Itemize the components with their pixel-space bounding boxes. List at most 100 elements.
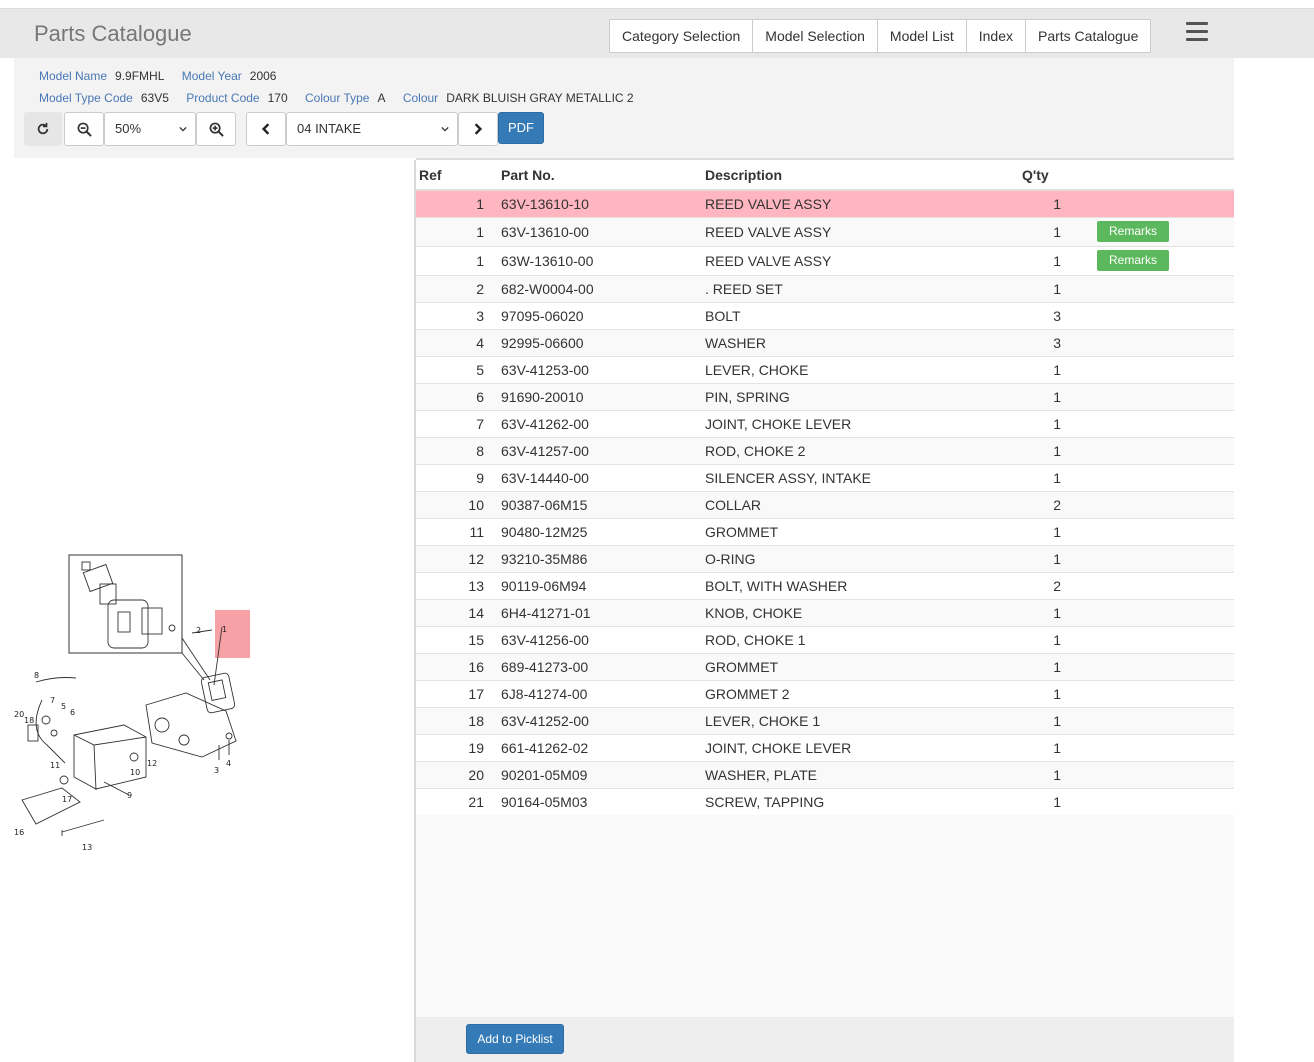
table-row[interactable]: 4 92995-06600 WASHER 3 xyxy=(416,328,1234,356)
table-row[interactable]: 1 63V-13610-10 REED VALVE ASSY 1 xyxy=(416,189,1234,217)
cell-description: GROMMET xyxy=(702,652,1022,680)
cell-description: GROMMET xyxy=(702,517,1022,545)
header-part-no[interactable]: Part No. xyxy=(500,160,702,191)
table-row[interactable]: 19 661-41262-02 JOINT, CHOKE LEVER 1 xyxy=(416,733,1234,761)
zoom-out-button[interactable] xyxy=(64,112,104,146)
diagram-label-12[interactable]: 12 xyxy=(147,759,157,768)
cell-description: O-RING xyxy=(702,544,1022,572)
table-row[interactable]: 21 90164-05M03 SCREW, TAPPING 1 xyxy=(416,787,1234,815)
model-type-code-label: Model Type Code xyxy=(39,91,133,105)
cell-ref: 6 xyxy=(416,382,500,410)
cell-remarks xyxy=(1092,274,1234,302)
header-qty[interactable]: Q'ty xyxy=(1022,160,1092,191)
colour-value: DARK BLUISH GRAY METALLIC 2 xyxy=(446,91,634,105)
table-row[interactable]: 18 63V-41252-00 LEVER, CHOKE 11 xyxy=(416,706,1234,734)
diagram-label-11[interactable]: 11 xyxy=(50,761,60,770)
diagram-label-3[interactable]: 3 xyxy=(214,766,219,775)
cell-part-no: 63V-41252-00 xyxy=(500,706,702,734)
nav-category-selection[interactable]: Category Selection xyxy=(610,20,754,52)
diagram-label-5[interactable]: 5 xyxy=(61,702,66,711)
table-row[interactable]: 11 90480-12M25 GROMMET 1 xyxy=(416,517,1234,545)
chevron-left-icon xyxy=(261,123,270,135)
diagram-label-7[interactable]: 7 xyxy=(50,696,55,705)
cell-description: COLLAR xyxy=(702,490,1022,518)
diagram-label-20[interactable]: 20 xyxy=(14,710,24,719)
table-row[interactable]: 5 63V-41253-00 LEVER, CHOKE 1 xyxy=(416,355,1234,383)
table-row[interactable]: 10 90387-06M15 COLLAR 2 xyxy=(416,490,1234,518)
table-row[interactable]: 1 63W-13610-00 REED VALVE ASSY 1 Remarks xyxy=(416,245,1234,275)
diagram-label-13[interactable]: 13 xyxy=(82,843,92,852)
table-row[interactable]: 7 63V-41262-00 JOINT, CHOKE LEVER 1 xyxy=(416,409,1234,437)
nav-parts-catalogue[interactable]: Parts Catalogue xyxy=(1025,20,1151,52)
cell-description: REED VALVE ASSY xyxy=(702,245,1022,275)
remarks-button[interactable]: Remarks xyxy=(1097,221,1169,242)
cell-description: . REED SET xyxy=(702,274,1022,302)
diagram-label-9[interactable]: 9 xyxy=(127,791,132,800)
table-row[interactable]: 14 6H4-41271-01 KNOB, CHOKE 1 xyxy=(416,598,1234,626)
model-info-row-1: Model Name 9.9FMHL Model Year 2006 xyxy=(39,69,290,83)
cell-description: REED VALVE ASSY xyxy=(702,189,1022,217)
diagram-label-6[interactable]: 6 xyxy=(70,708,75,717)
nav-model-list[interactable]: Model List xyxy=(877,20,967,52)
table-header-row: Ref Part No. Description Q'ty xyxy=(416,160,1234,191)
table-row[interactable]: 8 63V-41257-00 ROD, CHOKE 21 xyxy=(416,436,1234,464)
diagram-label-4[interactable]: 4 xyxy=(226,759,231,768)
diagram-label-8[interactable]: 8 xyxy=(34,671,39,680)
parts-table: Ref Part No. Description Q'ty 1 63V-13610… xyxy=(416,160,1234,815)
model-year-label: Model Year xyxy=(181,69,242,83)
cell-ref: 9 xyxy=(416,463,500,491)
section-select[interactable]: 04 INTAKE xyxy=(286,112,458,146)
pdf-button[interactable]: PDF xyxy=(498,112,544,144)
cell-ref: 11 xyxy=(416,517,500,545)
diagram-label-2[interactable]: 2 xyxy=(196,626,201,635)
header-description[interactable]: Description xyxy=(702,160,1022,191)
table-row[interactable]: 6 91690-20010 PIN, SPRING 1 xyxy=(416,382,1234,410)
exploded-parts-diagram[interactable]: 1 2 3 4 5 6 7 8 9 10 11 12 13 16 17 18 2… xyxy=(14,160,414,1062)
diagram-label-10[interactable]: 10 xyxy=(130,768,140,777)
header-remarks xyxy=(1092,160,1234,191)
diagram-label-16[interactable]: 16 xyxy=(14,828,24,837)
table-row[interactable]: 3 97095-06020 BOLT 3 xyxy=(416,301,1234,329)
zoom-in-icon xyxy=(209,122,224,137)
table-row[interactable]: 9 63V-14440-00 SILENCER ASSY, INTAKE 1 xyxy=(416,463,1234,491)
refresh-button[interactable] xyxy=(24,112,62,146)
diagram-label-18[interactable]: 18 xyxy=(24,716,34,725)
cell-qty: 1 xyxy=(1022,652,1092,680)
cell-description: LEVER, CHOKE 1 xyxy=(702,706,1022,734)
cell-ref: 8 xyxy=(416,436,500,464)
diagram-label-17[interactable]: 17 xyxy=(62,795,72,804)
zoom-in-button[interactable] xyxy=(196,112,236,146)
next-section-button[interactable] xyxy=(458,112,498,146)
cell-ref: 15 xyxy=(416,625,500,653)
diagram-highlight-ref-1[interactable] xyxy=(215,610,250,658)
add-to-picklist-button[interactable]: Add to Picklist xyxy=(466,1024,564,1054)
cell-qty: 3 xyxy=(1022,301,1092,329)
colour-type-label: Colour Type xyxy=(304,91,370,105)
previous-section-button[interactable] xyxy=(246,112,286,146)
cell-part-no: 63V-41256-00 xyxy=(500,625,702,653)
table-row[interactable]: 1 63V-13610-00 REED VALVE ASSY 1 Remarks xyxy=(416,216,1234,246)
cell-part-no: 90164-05M03 xyxy=(500,787,702,815)
zoom-select[interactable]: 50% xyxy=(104,112,196,146)
table-row[interactable]: 15 63V-41256-00 ROD, CHOKE 11 xyxy=(416,625,1234,653)
table-row[interactable]: 20 90201-05M09 WASHER, PLATE 1 xyxy=(416,760,1234,788)
diagram-label-1[interactable]: 1 xyxy=(222,625,227,634)
cell-part-no: 63V-41262-00 xyxy=(500,409,702,437)
table-row[interactable]: 2 682-W0004-00. REED SET 1 xyxy=(416,274,1234,302)
table-row[interactable]: 17 6J8-41274-00 GROMMET 21 xyxy=(416,679,1234,707)
nav-index[interactable]: Index xyxy=(966,20,1026,52)
cell-description: BOLT xyxy=(702,301,1022,329)
table-row[interactable]: 13 90119-06M94 BOLT, WITH WASHER 2 xyxy=(416,571,1234,599)
cell-qty: 1 xyxy=(1022,189,1092,217)
product-code-label: Product Code xyxy=(186,91,260,105)
cell-part-no: 90201-05M09 xyxy=(500,760,702,788)
cell-remarks xyxy=(1092,787,1234,815)
menu-icon[interactable] xyxy=(1186,22,1208,44)
table-row[interactable]: 12 93210-35M86 O-RING 1 xyxy=(416,544,1234,572)
nav-model-selection[interactable]: Model Selection xyxy=(753,20,878,52)
cell-qty: 1 xyxy=(1022,544,1092,572)
parts-diagram-panel[interactable]: 1 2 3 4 5 6 7 8 9 10 11 12 13 16 17 18 2… xyxy=(14,160,414,1062)
table-row[interactable]: 16 689-41273-00 GROMMET 1 xyxy=(416,652,1234,680)
header-ref[interactable]: Ref xyxy=(416,160,500,191)
remarks-button[interactable]: Remarks xyxy=(1097,250,1169,271)
